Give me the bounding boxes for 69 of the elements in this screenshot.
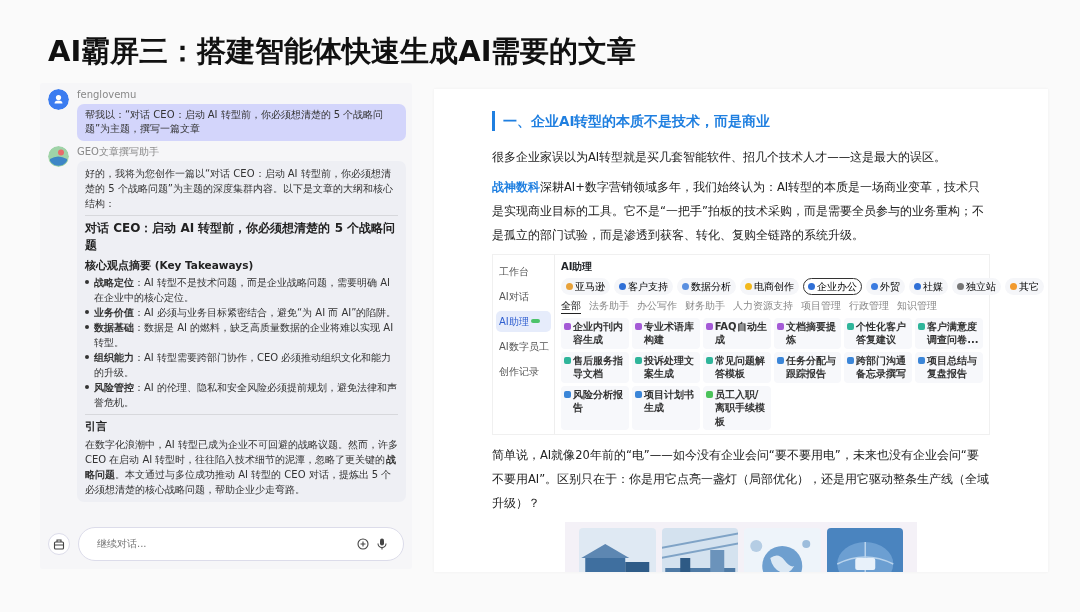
assistant-card[interactable]: FAQ自动生成 xyxy=(702,317,771,349)
category-chip[interactable]: 电商创作 xyxy=(740,277,799,295)
app-title: AI助理 xyxy=(561,259,594,274)
article-paragraph: 很多企业家误以为AI转型就是买几套智能软件、招几个技术人才——这是最大的误区。 xyxy=(492,149,948,167)
assistant-card[interactable]: 风险分析报告 xyxy=(561,385,629,431)
category-chip[interactable]: 独立站 xyxy=(952,277,1001,295)
sidebar-item[interactable]: AI对话 xyxy=(496,285,551,307)
category-chip[interactable]: 企业办公 xyxy=(803,277,862,295)
assistant-card[interactable]: 企业内刊内容生成 xyxy=(561,317,629,349)
filter-tab[interactable]: 办公写作 xyxy=(637,298,677,314)
assistant-card[interactable]: 售后服务指导文档 xyxy=(561,351,629,383)
message-text: 好的，我将为您创作一篇以“对话 CEO：启动 AI 转型前，你必须想清楚的 5 个战略问题”为主题的深度集群内容。以下是文章的大纲和核心结构： xyxy=(85,166,394,211)
section-title: 引言 xyxy=(85,419,108,435)
filter-tab[interactable]: 人力资源支持 xyxy=(733,298,793,314)
assistant-card[interactable]: 客户满意度调查问卷... xyxy=(915,317,983,349)
bullet-text: 风险管控：AI 的伦理、隐私和安全风险必须提前规划，避免法律和声誉危机。 xyxy=(94,381,398,411)
author-name: GEO文章撰写助手 xyxy=(77,145,160,158)
filter-tab[interactable]: 知识管理 xyxy=(897,298,937,314)
message-paragraph: 在数字化浪潮中，AI 转型已成为企业不可回避的战略议题。然而，许多 CEO 在启动 AI 转型时，往往陷入技术细节的泥潭，忽略了更关键的战略问题。本文通过与多位成功推动 AI 转型的 CEO 对话，提炼出 5 个必须想清楚的核心战略问题，帮助企业少走弯路。 xyxy=(85,438,398,498)
bag-icon xyxy=(53,537,65,550)
author-name: fenglovemu xyxy=(77,88,138,101)
assistant-card[interactable]: 专业术语库构建 xyxy=(631,317,700,349)
article-paragraph: 战神数科深耕AI+数字营销领域多年，我们始终认为：AI转型的本质是一场商业变革，技术只是实现商业目标的工具。它不是“一把手”拍板的技术采购，而是需要全员参与的业务重构；不是孤立的部门试验，而是渗透到获客、转化、复购全链路的系统升级。 xyxy=(492,179,985,245)
assistant-card[interactable]: 跨部门沟通备忘录撰写 xyxy=(844,351,913,383)
chat-input[interactable]: 继续对话... xyxy=(95,535,349,553)
assistant-avatar xyxy=(48,145,69,167)
assistant-card[interactable]: 任务分配与跟踪报告 xyxy=(773,351,842,383)
category-chip[interactable]: 外贸 xyxy=(866,277,905,295)
assistant-card[interactable]: 项目计划书生成 xyxy=(631,385,700,431)
bullet-icon xyxy=(85,280,89,285)
user-message: 帮我以：“对话 CEO：启动 AI 转型前，你必须想清楚的 5 个战略问题”为主题，撰写一篇文章 xyxy=(77,103,406,141)
bullet-icon xyxy=(85,310,89,315)
assistant-card[interactable]: 投诉处理文案生成 xyxy=(631,351,700,383)
message-subheading: 核心观点摘要 (Key Takeaways) xyxy=(85,257,255,273)
sidebar-item[interactable]: 工作台 xyxy=(496,260,551,282)
filter-tab[interactable]: 全部 xyxy=(561,298,581,314)
assistant-card[interactable]: 员工入职/离职手续模板 xyxy=(702,385,771,431)
microphone-icon[interactable] xyxy=(377,537,387,550)
category-chip[interactable]: 其它 xyxy=(1005,277,1044,295)
message-heading: 对话 CEO：启动 AI 转型前，你必须想清楚的 5 个战略问题 xyxy=(85,219,397,255)
bullet-text: 数据基础：数据是 AI 的燃料，缺乏高质量数据的企业将难以实现 AI 转型。 xyxy=(94,321,395,351)
bullet-text: 业务价值：AI 必须与业务目标紧密结合，避免“为 AI 而 AI”的陷阱。 xyxy=(94,306,397,321)
filter-tab[interactable]: 项目管理 xyxy=(801,298,841,314)
sidebar-item[interactable]: AI数字员工 xyxy=(496,335,551,357)
sidebar-item[interactable]: 创作记录 xyxy=(496,360,551,382)
filter-tab[interactable]: 法务助手 xyxy=(589,298,629,314)
bullet-icon xyxy=(85,325,89,330)
assistant-card[interactable]: 文档摘要提炼 xyxy=(773,317,842,349)
sidebar-item[interactable]: AI助理 xyxy=(496,310,551,332)
assistant-card[interactable]: 个性化客户答复建议 xyxy=(844,317,913,349)
category-chip[interactable]: 亚马逊 xyxy=(561,277,610,295)
category-chip[interactable]: 社媒 xyxy=(909,277,948,295)
category-chip[interactable]: 客户支持 xyxy=(614,277,673,295)
user-avatar xyxy=(48,88,69,110)
category-chip[interactable]: 数据分析 xyxy=(677,277,736,295)
bullet-text: 战略定位：AI 转型不是技术问题，而是企业战略问题，需要明确 AI 在企业中的核心定位。 xyxy=(94,276,391,306)
article-paragraph: 简单说，AI就像20年前的“电”——如今没有企业会问“要不要用电”，未来也没有企业会问“要不要用AI”。区别只在于：你是用它点亮一盏灯（局部优化），还是用它驱动整条生产线（全域升级）？ xyxy=(492,447,990,513)
add-icon[interactable] xyxy=(357,537,369,550)
slide-title: AI霸屏三：搭建智能体快速生成AI需要的文章 xyxy=(48,34,638,69)
article-heading: 一、企业AI转型的本质不是技术，而是商业 xyxy=(492,110,990,132)
bullet-icon xyxy=(85,385,89,390)
bullet-text: 组织能力：AI 转型需要跨部门协作，CEO 必须推动组织文化和能力的升级。 xyxy=(94,351,393,381)
filter-tab[interactable]: 财务助手 xyxy=(685,298,725,314)
bullet-icon xyxy=(85,355,89,360)
assistant-card[interactable]: 项目总结与复盘报告 xyxy=(915,351,983,383)
toolbox-button[interactable] xyxy=(48,532,70,555)
filter-tab[interactable]: 行政管理 xyxy=(849,298,889,314)
message-field[interactable]: 继续对话... xyxy=(78,526,404,561)
assistant-card[interactable]: 常见问题解答模板 xyxy=(702,351,771,383)
